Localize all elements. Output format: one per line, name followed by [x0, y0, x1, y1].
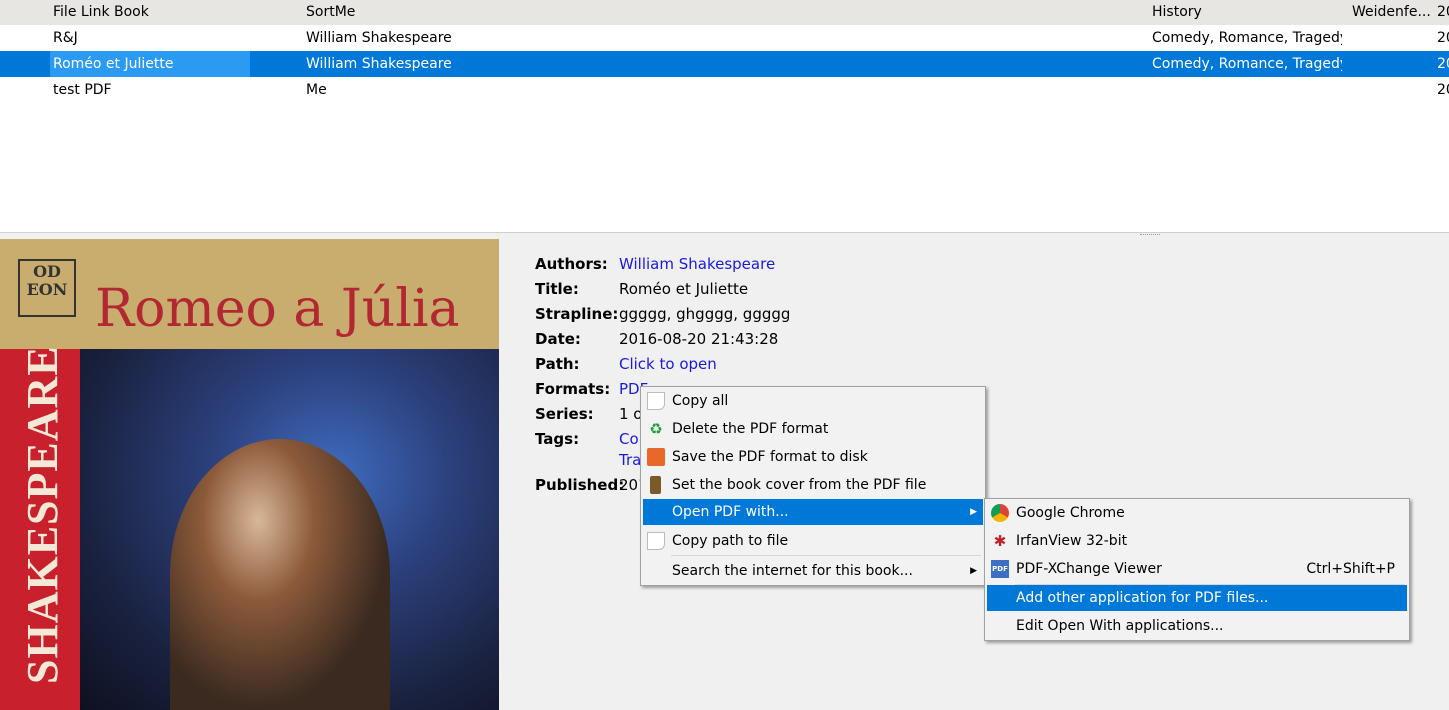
menu-item-search-internet[interactable]: Search the internet for this book... ▶	[643, 558, 983, 584]
title-label: Title:	[535, 280, 579, 298]
context-menu: Copy all ♻ Delete the PDF format Save the…	[640, 386, 986, 586]
pdf-icon: PDF	[991, 560, 1009, 578]
irfanview-icon: ✱	[993, 532, 1007, 550]
menu-separator	[671, 555, 981, 556]
cell-author: William Shakespeare	[306, 56, 452, 72]
table-row[interactable]: test PDF Me 20	[0, 77, 1449, 103]
menu-item-label: Google Chrome	[1016, 505, 1125, 521]
recycle-icon: ♻	[649, 420, 663, 438]
series-label: Series:	[535, 405, 594, 423]
submenu-arrow-icon: ▶	[970, 566, 977, 576]
book-list: File Link Book SortMe History Weidenfe..…	[0, 0, 1449, 233]
splitter-handle[interactable]	[1140, 234, 1160, 237]
submenu-item-pdf-xchange[interactable]: PDF PDF-XChange Viewer Ctrl+Shift+P	[987, 556, 1407, 582]
cell-tags: Comedy, Romance, Tragedy	[1152, 56, 1342, 72]
cell-title: test PDF	[53, 82, 112, 98]
date-label: Date:	[535, 330, 581, 348]
menu-item-label: Delete the PDF format	[672, 421, 829, 437]
menu-item-label: Copy path to file	[672, 533, 789, 549]
menu-item-copy-all[interactable]: Copy all	[643, 388, 983, 414]
column-header-sortme[interactable]: SortMe	[306, 0, 1106, 25]
menu-item-set-cover[interactable]: Set the book cover from the PDF file	[643, 472, 983, 498]
published-label: Published:	[535, 476, 625, 494]
menu-item-delete-format[interactable]: ♻ Delete the PDF format	[643, 416, 983, 442]
cell-date: 20	[1437, 82, 1449, 98]
cover-figures	[170, 439, 390, 710]
submenu-item-edit-open-with[interactable]: Edit Open With applications...	[987, 613, 1407, 639]
path-label: Path:	[535, 355, 580, 373]
menu-item-label: Save the PDF format to disk	[672, 449, 868, 465]
book-icon	[650, 476, 661, 494]
open-with-submenu: Google Chrome ✱ IrfanView 32-bit PDF PDF-X…	[984, 498, 1410, 641]
column-header-date[interactable]: 20	[1437, 0, 1449, 25]
book-cover-image: OD EON Romeo a Júlia SHAKESPEARE	[0, 239, 499, 710]
tags-label: Tags:	[535, 430, 580, 448]
menu-item-label: Edit Open With applications...	[1016, 618, 1224, 634]
authors-link[interactable]: William Shakespeare	[619, 252, 775, 277]
copy-icon	[647, 532, 665, 550]
menu-item-copy-path[interactable]: Copy path to file	[643, 528, 983, 554]
cell-author: William Shakespeare	[306, 30, 452, 46]
submenu-item-add-application[interactable]: Add other application for PDF files...	[987, 585, 1407, 611]
column-header-publisher[interactable]: Weidenfe...	[1352, 0, 1432, 25]
title-value: Roméo et Juliette	[619, 280, 749, 298]
menu-item-label: Search the internet for this book...	[672, 563, 913, 579]
chrome-icon	[991, 504, 1009, 522]
menu-item-label: Open PDF with...	[672, 504, 789, 520]
menu-item-label: Copy all	[672, 393, 729, 409]
path-link[interactable]: Click to open	[619, 352, 717, 377]
submenu-arrow-icon: ▶	[970, 507, 977, 517]
strapline-value: ggggg, ghgggg, ggggg	[619, 305, 791, 323]
publisher-logo: OD EON	[18, 259, 76, 317]
copy-icon	[647, 392, 665, 410]
menu-item-save-format[interactable]: Save the PDF format to disk	[643, 444, 983, 470]
cell-tags	[1152, 77, 1342, 103]
menu-item-label: Set the book cover from the PDF file	[672, 477, 927, 493]
floppy-disk-icon	[647, 448, 665, 466]
formats-label: Formats:	[535, 380, 611, 398]
menu-item-label: Add other application for PDF files...	[1016, 590, 1269, 606]
cell-tags: Comedy, Romance, Tragedy	[1152, 30, 1342, 46]
column-header-history[interactable]: History	[1152, 0, 1342, 25]
menu-item-open-with[interactable]: Open PDF with... ▶	[643, 499, 983, 525]
shortcut-label: Ctrl+Shift+P	[1306, 561, 1395, 577]
submenu-item-chrome[interactable]: Google Chrome	[987, 500, 1407, 526]
series-value: 1 o	[619, 405, 643, 423]
cover-author: SHAKESPEARE	[18, 345, 67, 684]
authors-label: Authors:	[535, 255, 608, 273]
menu-item-label: IrfanView 32-bit	[1016, 533, 1128, 549]
cover-title: Romeo a Júlia	[95, 279, 460, 339]
cell-title: Roméo et Juliette	[50, 51, 250, 77]
cell-date: 20	[1437, 30, 1449, 46]
tag-link[interactable]: Tra	[619, 448, 641, 473]
cell-title: R&J	[53, 30, 78, 46]
cell-date: 20	[1437, 56, 1449, 72]
submenu-item-irfanview[interactable]: ✱ IrfanView 32-bit	[987, 528, 1407, 554]
column-header-title[interactable]: File Link Book	[50, 0, 250, 25]
table-row[interactable]: R&J William Shakespeare Comedy, Romance,…	[0, 25, 1449, 51]
menu-item-label: PDF-XChange Viewer	[1016, 561, 1162, 577]
column-header-row: File Link Book SortMe History Weidenfe..…	[0, 0, 1449, 25]
cell-publisher	[1352, 51, 1432, 77]
cell-publisher	[1352, 77, 1432, 103]
strapline-label: Strapline:	[535, 305, 619, 323]
cell-author: Me	[306, 82, 327, 98]
cell-publisher	[1352, 25, 1432, 51]
table-row-selected[interactable]: Roméo et Juliette William Shakespeare Co…	[0, 51, 1449, 77]
date-value: 2016-08-20 21:43:28	[619, 330, 779, 348]
